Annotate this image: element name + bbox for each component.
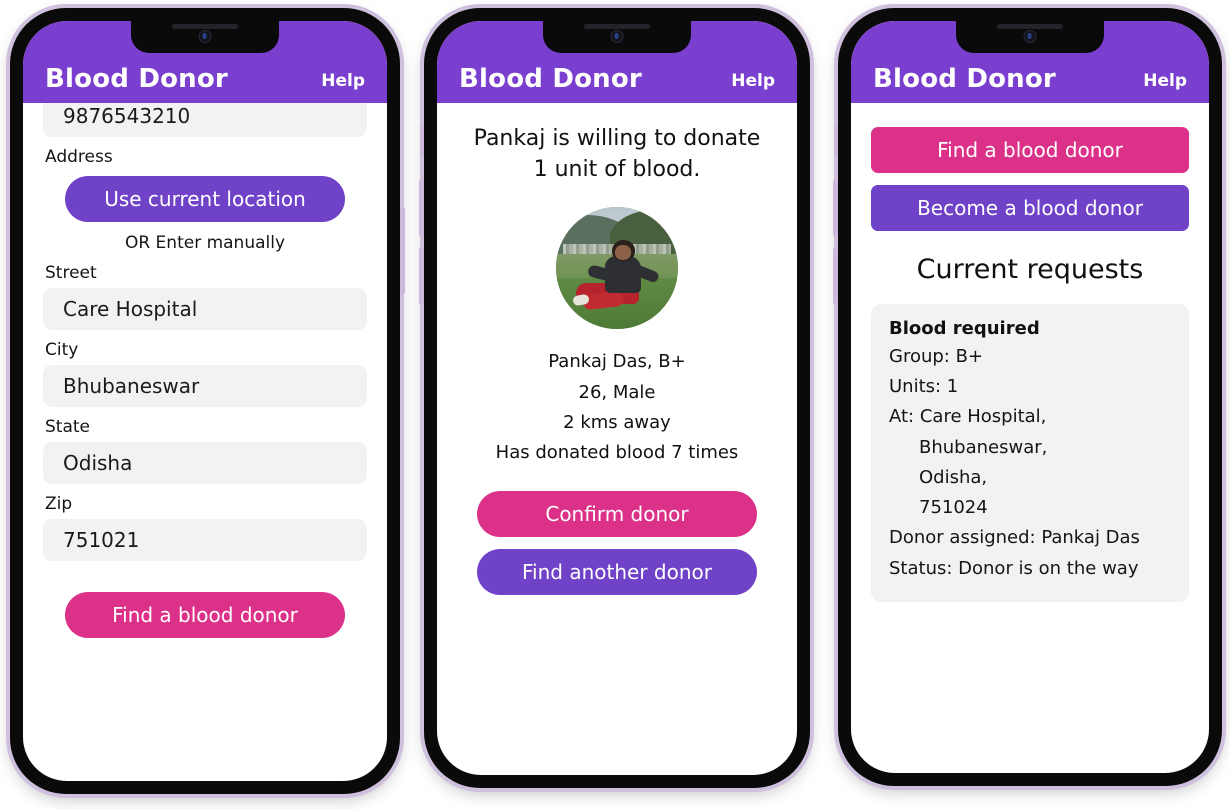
help-link[interactable]: Help bbox=[1143, 73, 1187, 92]
confirm-donor-button[interactable]: Confirm donor bbox=[477, 491, 757, 538]
phone-1-screen: Blood Donor Help 9876543210 Address Use … bbox=[23, 21, 387, 781]
earpiece-speaker bbox=[584, 24, 650, 29]
address-label: Address bbox=[45, 147, 113, 167]
donor-actions: Confirm donor Find another donor bbox=[457, 491, 777, 596]
donor-age-gender: 26, Male bbox=[578, 381, 656, 403]
donor-headline-line-1: Pankaj is willing to donate bbox=[473, 126, 761, 151]
silent-switch[interactable] bbox=[834, 126, 838, 156]
app-title: Blood Donor bbox=[873, 64, 1056, 94]
phone-2-screen: Blood Donor Help Pankaj is willing to do… bbox=[437, 21, 797, 775]
street-input[interactable]: Care Hospital bbox=[43, 288, 367, 330]
silent-switch[interactable] bbox=[420, 126, 424, 156]
volume-down-button[interactable] bbox=[833, 248, 838, 304]
front-camera-icon bbox=[198, 30, 212, 43]
donor-donation-count: Has donated blood 7 times bbox=[495, 442, 739, 464]
request-location-state: Odisha, bbox=[919, 466, 988, 488]
phone-3-screen: Blood Donor Help Find a blood donor Beco… bbox=[851, 21, 1209, 773]
front-camera-icon bbox=[1023, 30, 1037, 43]
request-card[interactable]: Blood required Group: B+ Units: 1 At: Ca… bbox=[871, 304, 1189, 602]
app-title: Blood Donor bbox=[459, 64, 642, 94]
request-card-title: Blood required bbox=[889, 318, 1040, 339]
donor-body: Pankaj is willing to donate 1 unit of bl… bbox=[437, 103, 797, 775]
form-body: 9876543210 Address Use current location … bbox=[23, 103, 387, 781]
request-units: Units: 1 bbox=[889, 376, 959, 398]
donor-name-group: Pankaj Das, B+ bbox=[548, 351, 686, 373]
donor-headline-line-2: 1 unit of blood. bbox=[533, 157, 701, 183]
city-input[interactable]: Bhubaneswar bbox=[43, 365, 367, 407]
volume-up-button[interactable] bbox=[419, 180, 424, 236]
street-label: Street bbox=[45, 263, 97, 283]
find-blood-donor-button[interactable]: Find a blood donor bbox=[65, 592, 345, 638]
city-label: City bbox=[45, 340, 79, 360]
app-title: Blood Donor bbox=[45, 64, 228, 94]
earpiece-speaker bbox=[172, 24, 238, 29]
use-location-wrap: Use current location bbox=[43, 176, 367, 222]
become-blood-donor-button[interactable]: Become a blood donor bbox=[871, 185, 1189, 231]
zip-input[interactable]: 751021 bbox=[43, 519, 367, 561]
donor-headline: Pankaj is willing to donate 1 unit of bl… bbox=[457, 123, 777, 185]
home-body: Find a blood donor Become a blood donor … bbox=[851, 127, 1209, 602]
request-location: At: Care Hospital, bbox=[889, 406, 1047, 428]
phone-number-input[interactable]: 9876543210 bbox=[43, 103, 367, 137]
donor-avatar bbox=[556, 207, 678, 330]
phone-mockup-1: Blood Donor Help 9876543210 Address Use … bbox=[10, 8, 405, 794]
request-location-zip: 751024 bbox=[919, 497, 988, 519]
home-actions: Find a blood donor Become a blood donor bbox=[851, 127, 1209, 231]
find-donor-wrap: Find a blood donor bbox=[43, 592, 367, 638]
request-status: Status: Donor is on the way bbox=[889, 557, 1139, 579]
donor-distance: 2 kms away bbox=[563, 411, 671, 433]
request-group: Group: B+ bbox=[889, 346, 984, 367]
state-label: State bbox=[45, 417, 90, 437]
donor-details: Pankaj Das, B+ 26, Male 2 kms away Has d… bbox=[457, 347, 777, 468]
find-blood-donor-button[interactable]: Find a blood donor bbox=[871, 127, 1189, 173]
volume-up-button[interactable] bbox=[833, 180, 838, 236]
request-location-city: Bhubaneswar, bbox=[919, 436, 1048, 458]
use-current-location-button[interactable]: Use current location bbox=[65, 176, 345, 222]
power-button[interactable] bbox=[400, 208, 405, 294]
earpiece-speaker bbox=[997, 24, 1063, 29]
zip-label: Zip bbox=[45, 494, 73, 514]
help-link[interactable]: Help bbox=[321, 73, 365, 92]
request-donor-assigned: Donor assigned: Pankaj Das bbox=[889, 527, 1140, 549]
help-link[interactable]: Help bbox=[731, 73, 775, 92]
state-input[interactable]: Odisha bbox=[43, 442, 367, 484]
find-another-donor-button[interactable]: Find another donor bbox=[477, 549, 757, 596]
current-requests-title: Current requests bbox=[916, 254, 1144, 285]
phone-mockup-2: Blood Donor Help Pankaj is willing to do… bbox=[419, 8, 810, 788]
screenshot-stage: Blood Donor Help 9876543210 Address Use … bbox=[0, 0, 1230, 809]
volume-down-button[interactable] bbox=[419, 248, 424, 304]
front-camera-icon bbox=[610, 30, 624, 43]
manual-entry-note: OR Enter manually bbox=[124, 233, 286, 253]
phone-mockup-3: Blood Donor Help Find a blood donor Beco… bbox=[833, 8, 1222, 786]
